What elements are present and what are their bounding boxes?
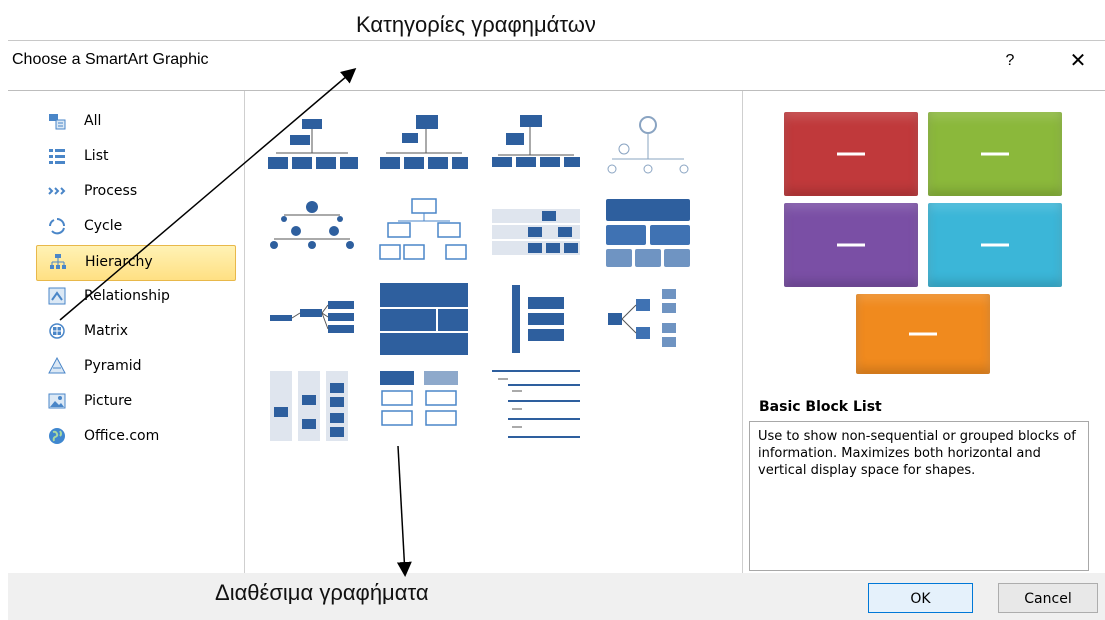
category-item-relationship[interactable]: Relationship <box>36 280 234 314</box>
category-label: Matrix <box>84 323 129 339</box>
pyramid-icon <box>48 357 66 374</box>
help-button[interactable]: ? <box>998 49 1022 73</box>
graphic-thumbnail[interactable] <box>376 109 472 185</box>
category-label: List <box>84 148 109 164</box>
graphic-thumbnail[interactable] <box>264 367 360 443</box>
preview-pane: Basic Block List Use to show non-sequent… <box>742 91 1105 573</box>
picture-icon <box>48 393 66 409</box>
graphic-thumbnail[interactable] <box>600 195 696 271</box>
content-area: All List Process Cycle Hierarchy Relatio… <box>8 90 1105 574</box>
category-label: Pyramid <box>84 358 142 374</box>
graphic-thumbnail[interactable] <box>264 281 360 357</box>
graphic-thumbnail[interactable] <box>264 195 360 271</box>
category-list: All List Process Cycle Hierarchy Relatio… <box>10 91 245 573</box>
preview-title: Basic Block List <box>759 399 882 415</box>
cycle-icon <box>49 218 65 235</box>
graphic-thumbnail[interactable] <box>264 109 360 185</box>
category-item-picture[interactable]: Picture <box>36 385 234 419</box>
preview-dash <box>837 243 865 247</box>
graphic-thumbnail[interactable] <box>488 195 584 271</box>
graphic-thumbnail[interactable] <box>376 367 472 443</box>
preview-block-cyan <box>928 203 1062 287</box>
preview-dash <box>909 332 937 336</box>
category-item-office-com[interactable]: Office.com <box>36 420 234 454</box>
category-label: Cycle <box>84 218 123 234</box>
process-icon <box>48 187 66 195</box>
close-button[interactable]: ✕ <box>1064 47 1092 75</box>
graphic-thumbnail[interactable] <box>488 367 584 443</box>
category-label: Office.com <box>84 428 160 444</box>
available-graphics-annotation: Διαθέσιμα γραφήματα <box>215 580 429 605</box>
preview-description: Use to show non-sequential or grouped bl… <box>749 421 1089 571</box>
category-label: All <box>84 113 102 129</box>
preview-dash <box>981 152 1009 156</box>
category-item-cycle[interactable]: Cycle <box>36 210 234 244</box>
preview-dash <box>837 152 865 156</box>
preview-block-green <box>928 112 1062 196</box>
category-label: Process <box>84 183 138 199</box>
dialog-title: Choose a SmartArt Graphic <box>12 51 209 68</box>
graphic-thumbnail[interactable] <box>488 109 584 185</box>
category-item-matrix[interactable]: Matrix <box>36 315 234 349</box>
graphic-thumbnail[interactable] <box>600 281 696 357</box>
matrix-icon <box>49 323 65 339</box>
graphic-thumbnail[interactable] <box>376 195 472 271</box>
graphic-thumbnail[interactable] <box>376 281 472 357</box>
category-label: Relationship <box>84 288 170 304</box>
graphic-thumbnail[interactable] <box>488 281 584 357</box>
category-label: Hierarchy <box>85 254 153 270</box>
category-item-list[interactable]: List <box>36 140 234 174</box>
category-item-hierarchy[interactable]: Hierarchy <box>36 245 236 281</box>
category-label: Picture <box>84 393 133 409</box>
category-item-all[interactable]: All <box>36 105 234 139</box>
dialog-footer: OK Cancel <box>8 573 1105 620</box>
hierarchy-icon <box>50 254 66 269</box>
list-icon <box>49 149 65 164</box>
graphic-thumbnail[interactable] <box>600 109 696 185</box>
preview-block-orange <box>856 294 990 374</box>
category-item-process[interactable]: Process <box>36 175 234 209</box>
all-icon <box>49 114 66 130</box>
relationship-icon <box>48 287 66 305</box>
preview-dash <box>981 243 1009 247</box>
graphics-gallery <box>246 91 740 573</box>
smartart-dialog: Choose a SmartArt Graphic ? ✕ All List P… <box>8 40 1105 620</box>
preview-block-red <box>784 112 918 196</box>
cancel-button[interactable]: Cancel <box>998 583 1098 613</box>
category-item-pyramid[interactable]: Pyramid <box>36 350 234 384</box>
preview-block-purple <box>784 203 918 287</box>
categories-annotation: Κατηγορίες γραφημάτων <box>356 12 596 37</box>
title-bar: Choose a SmartArt Graphic ? ✕ <box>8 41 1105 81</box>
globe-icon <box>49 428 65 444</box>
ok-button[interactable]: OK <box>868 583 973 613</box>
